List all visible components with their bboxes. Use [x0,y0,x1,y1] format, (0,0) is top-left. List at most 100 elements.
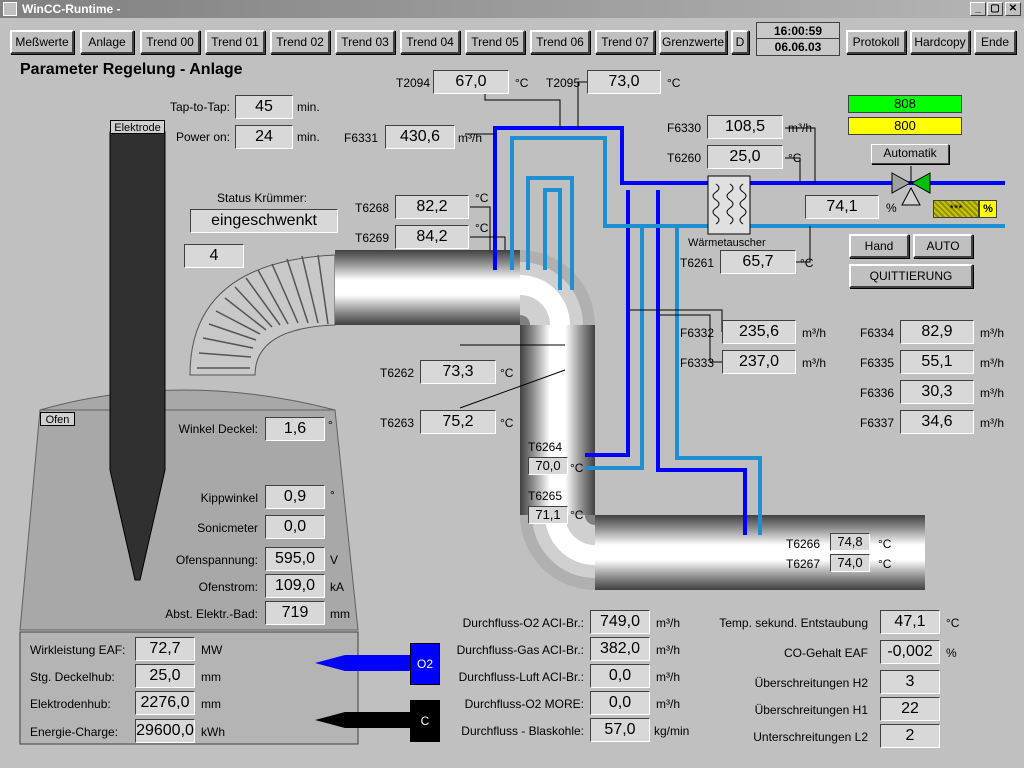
tap-value: 45 [235,95,293,119]
f6335-unit: m³/h [980,356,1004,370]
f6330-label: F6330 [667,121,702,135]
setpoint-green: 808 [848,95,962,113]
abstand-label: Abst. Elektr.-Bad: [165,607,258,621]
t6265-unit: °C [570,508,584,522]
elektrodenhub-value: 2276,0 [135,691,195,715]
wirkleistung-unit: MW [201,643,223,657]
ofenspannung-value: 595,0 [265,547,325,571]
t6269-value: 84,2 [395,225,469,249]
t6265-value: 71,1 [528,506,568,524]
power-on-label: Power on: [175,130,230,144]
f6333-label: F6333 [680,356,715,370]
f6334-label: F6334 [860,326,895,340]
winkel-unit: ° [328,418,333,432]
t6266-label: T6266 [786,537,821,551]
durchfluss-luft-label: Durchfluss-Luft ACI-Br.: [458,670,584,684]
valve-value: 74,1 [805,195,879,219]
t6265-label: T6265 [528,489,563,503]
durchfluss-blaskohle-label: Durchfluss - Blaskohle: [461,724,584,738]
f6332-value: 235,6 [722,320,796,344]
winkel-value: 1,6 [265,417,325,441]
t6268-unit: °C [475,191,489,205]
power-on-unit: min. [297,130,320,144]
status-number: 4 [184,244,244,268]
f6337-label: F6337 [860,416,895,430]
temp-entstaubung-value: 47,1 [880,610,940,634]
t6264-unit: °C [570,461,584,475]
wirkleistung-label: Wirkleistung EAF: [30,643,126,657]
ofenstrom-unit: kA [330,580,345,594]
t6261-value: 65,7 [720,250,796,274]
durchfluss-blaskohle-value: 57,0 [590,718,650,742]
t6264-value: 70,0 [528,457,568,475]
ofenspannung-label: Ofenspannung: [175,553,258,567]
f6335-value: 55,1 [900,350,974,374]
hand-button[interactable]: Hand [849,234,909,258]
durchfluss-gas-label: Durchfluss-Gas ACI-Br.: [456,643,584,657]
heat-exchanger-label: Wärmetauscher [688,237,766,249]
durchfluss-o2-label: Durchfluss-O2 ACI-Br.: [462,616,584,630]
power-on-value: 24 [235,125,293,149]
automatik-button[interactable]: Automatik [871,144,949,164]
durchfluss-o2more-label: Durchfluss-O2 MORE: [464,697,584,711]
wirkleistung-value: 72,7 [135,637,195,661]
durchfluss-gas-value: 382,0 [590,637,650,661]
t6266-unit: °C [878,537,892,551]
t6262-unit: °C [500,366,514,380]
deckelhub-value: 25,0 [135,664,195,688]
f6331-label: F6331 [344,131,379,145]
co-gehalt-label: CO-Gehalt EAF [783,646,868,660]
temp-entstaubung-label: Temp. sekund. Entstaubung [719,616,868,630]
durchfluss-blaskohle-unit: kg/min [654,724,690,738]
durchfluss-o2more-value: 0,0 [590,691,650,715]
f6334-value: 82,9 [900,320,974,344]
setpoint-yellow: 800 [848,117,962,135]
f6330-value: 108,5 [707,115,783,139]
durchfluss-o2-unit: m³/h [656,616,680,630]
f6331-unit: m³/h [458,131,482,145]
ofenstrom-value: 109,0 [265,574,325,598]
kippwinkel-label: Kippwinkel [200,491,258,505]
f6336-value: 30,3 [900,380,974,404]
bellows-elbow [189,254,336,376]
kippwinkel-unit: ° [330,488,335,502]
t6261-unit: °C [800,256,814,270]
valve-stars: *** [933,200,979,218]
energie-value: 29600,0 [135,719,195,743]
t6262-label: T6262 [380,366,415,380]
tap-unit: min. [297,100,320,114]
t6260-value: 25,0 [707,145,783,169]
durchfluss-gas-unit: m³/h [656,643,680,657]
ueberschreitungen-h2-value: 3 [880,670,940,694]
winkel-label: Winkel Deckel: [178,422,258,436]
t6268-label: T6268 [355,201,390,215]
t2094-unit: °C [515,76,529,90]
t6262-value: 73,3 [420,360,496,384]
t2095-value: 73,0 [587,70,661,94]
f6331-value: 430,6 [385,125,455,149]
control-valve [891,166,931,206]
f6332-unit: m³/h [802,326,826,340]
sonicmeter-label: Sonicmeter [197,521,258,535]
f6333-unit: m³/h [802,356,826,370]
valve-unit: % [886,201,897,215]
f6334-unit: m³/h [980,326,1004,340]
heat-exchanger [707,175,751,235]
unterschreitungen-l2-label: Unterschreitungen L2 [753,730,868,744]
f6332-label: F6332 [680,326,715,340]
t6264-label: T6264 [528,440,563,454]
ofenspannung-unit: V [330,553,339,567]
abstand-value: 719 [265,601,325,625]
status-value: eingeschwenkt [190,209,338,233]
furnace-lid [39,389,336,411]
t6267-value: 74,0 [830,554,870,572]
energie-unit: kWh [201,725,225,739]
t6263-label: T6263 [380,416,415,430]
ueberschreitungen-h1-value: 22 [880,697,940,721]
f6336-label: F6336 [860,386,895,400]
kippwinkel-value: 0,9 [265,485,325,509]
durchfluss-o2-value: 749,0 [590,610,650,634]
auto-button[interactable]: AUTO [913,234,973,258]
quittierung-button[interactable]: QUITTIERUNG [849,264,973,288]
t6268-value: 82,2 [395,195,469,219]
